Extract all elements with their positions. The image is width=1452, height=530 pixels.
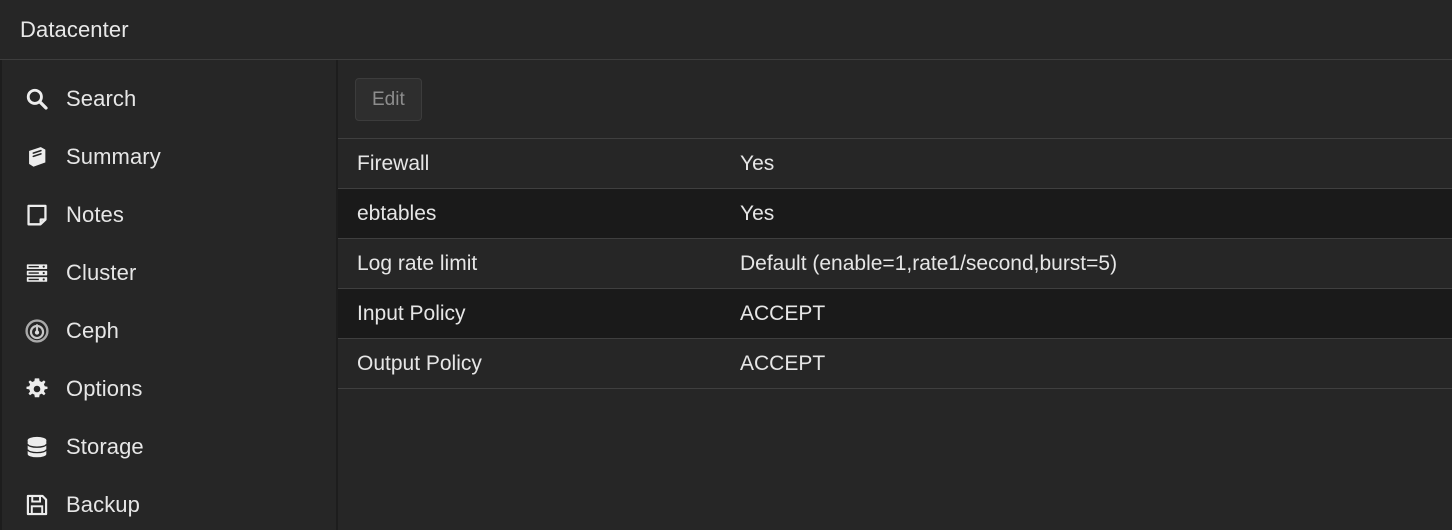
row-value: Default (enable=1,rate1/second,burst=5)	[740, 251, 1118, 275]
sidebar-item-label: Backup	[66, 492, 140, 517]
content-toolbar: Edit	[338, 60, 1452, 139]
firewall-options-table: Firewall Yes ebtables Yes Log rate limit…	[338, 139, 1452, 389]
search-icon	[22, 84, 52, 114]
book-icon	[22, 142, 52, 172]
row-key: Input Policy	[357, 301, 466, 325]
sidebar-item-options[interactable]: Options	[2, 360, 336, 418]
row-key: Log rate limit	[357, 251, 478, 275]
datacenter-window: Datacenter Search Summary Notes Cluster …	[0, 0, 1452, 530]
sidebar-item-label: Summary	[66, 144, 161, 169]
table-row[interactable]: Firewall Yes	[338, 139, 1452, 189]
row-value: Yes	[740, 201, 775, 225]
content-panel: Edit Firewall Yes ebtables Yes Log rate …	[338, 60, 1452, 530]
row-key: Firewall	[357, 151, 430, 175]
database-icon	[22, 432, 52, 462]
edit-button[interactable]: Edit	[355, 77, 422, 121]
sidebar-item-notes[interactable]: Notes	[2, 186, 336, 244]
sidebar-item-backup[interactable]: Backup	[2, 476, 336, 530]
floppy-disk-icon	[22, 490, 52, 520]
server-rack-icon	[22, 258, 52, 288]
table-row[interactable]: ebtables Yes	[338, 189, 1452, 239]
sidebar-item-label: Options	[66, 376, 143, 401]
row-key: Output Policy	[357, 351, 482, 375]
page-title: Datacenter	[20, 16, 129, 42]
table-empty-area	[338, 389, 1452, 530]
sidebar-item-storage[interactable]: Storage	[2, 418, 336, 476]
row-key: ebtables	[357, 201, 437, 225]
note-icon	[22, 200, 52, 230]
table-row[interactable]: Output Policy ACCEPT	[338, 339, 1452, 389]
sidebar-item-label: Ceph	[66, 318, 119, 343]
window-header: Datacenter	[0, 0, 1452, 60]
sidebar-item-label: Cluster	[66, 260, 137, 285]
sidebar-nav: Search Summary Notes Cluster Ceph Option…	[0, 60, 338, 530]
body-split: Search Summary Notes Cluster Ceph Option…	[0, 60, 1452, 530]
row-value: Yes	[740, 151, 775, 175]
sidebar-item-summary[interactable]: Summary	[2, 128, 336, 186]
sidebar-item-label: Search	[66, 86, 137, 111]
sidebar-item-label: Notes	[66, 202, 124, 227]
sidebar-item-search[interactable]: Search	[2, 70, 336, 128]
table-row[interactable]: Log rate limit Default (enable=1,rate1/s…	[338, 239, 1452, 289]
table-row[interactable]: Input Policy ACCEPT	[338, 289, 1452, 339]
gear-icon	[22, 374, 52, 404]
sidebar-item-label: Storage	[66, 434, 144, 459]
sidebar-item-ceph[interactable]: Ceph	[2, 302, 336, 360]
row-value: ACCEPT	[740, 351, 826, 375]
row-value: ACCEPT	[740, 301, 826, 325]
sidebar-item-cluster[interactable]: Cluster	[2, 244, 336, 302]
ceph-icon	[22, 316, 52, 346]
